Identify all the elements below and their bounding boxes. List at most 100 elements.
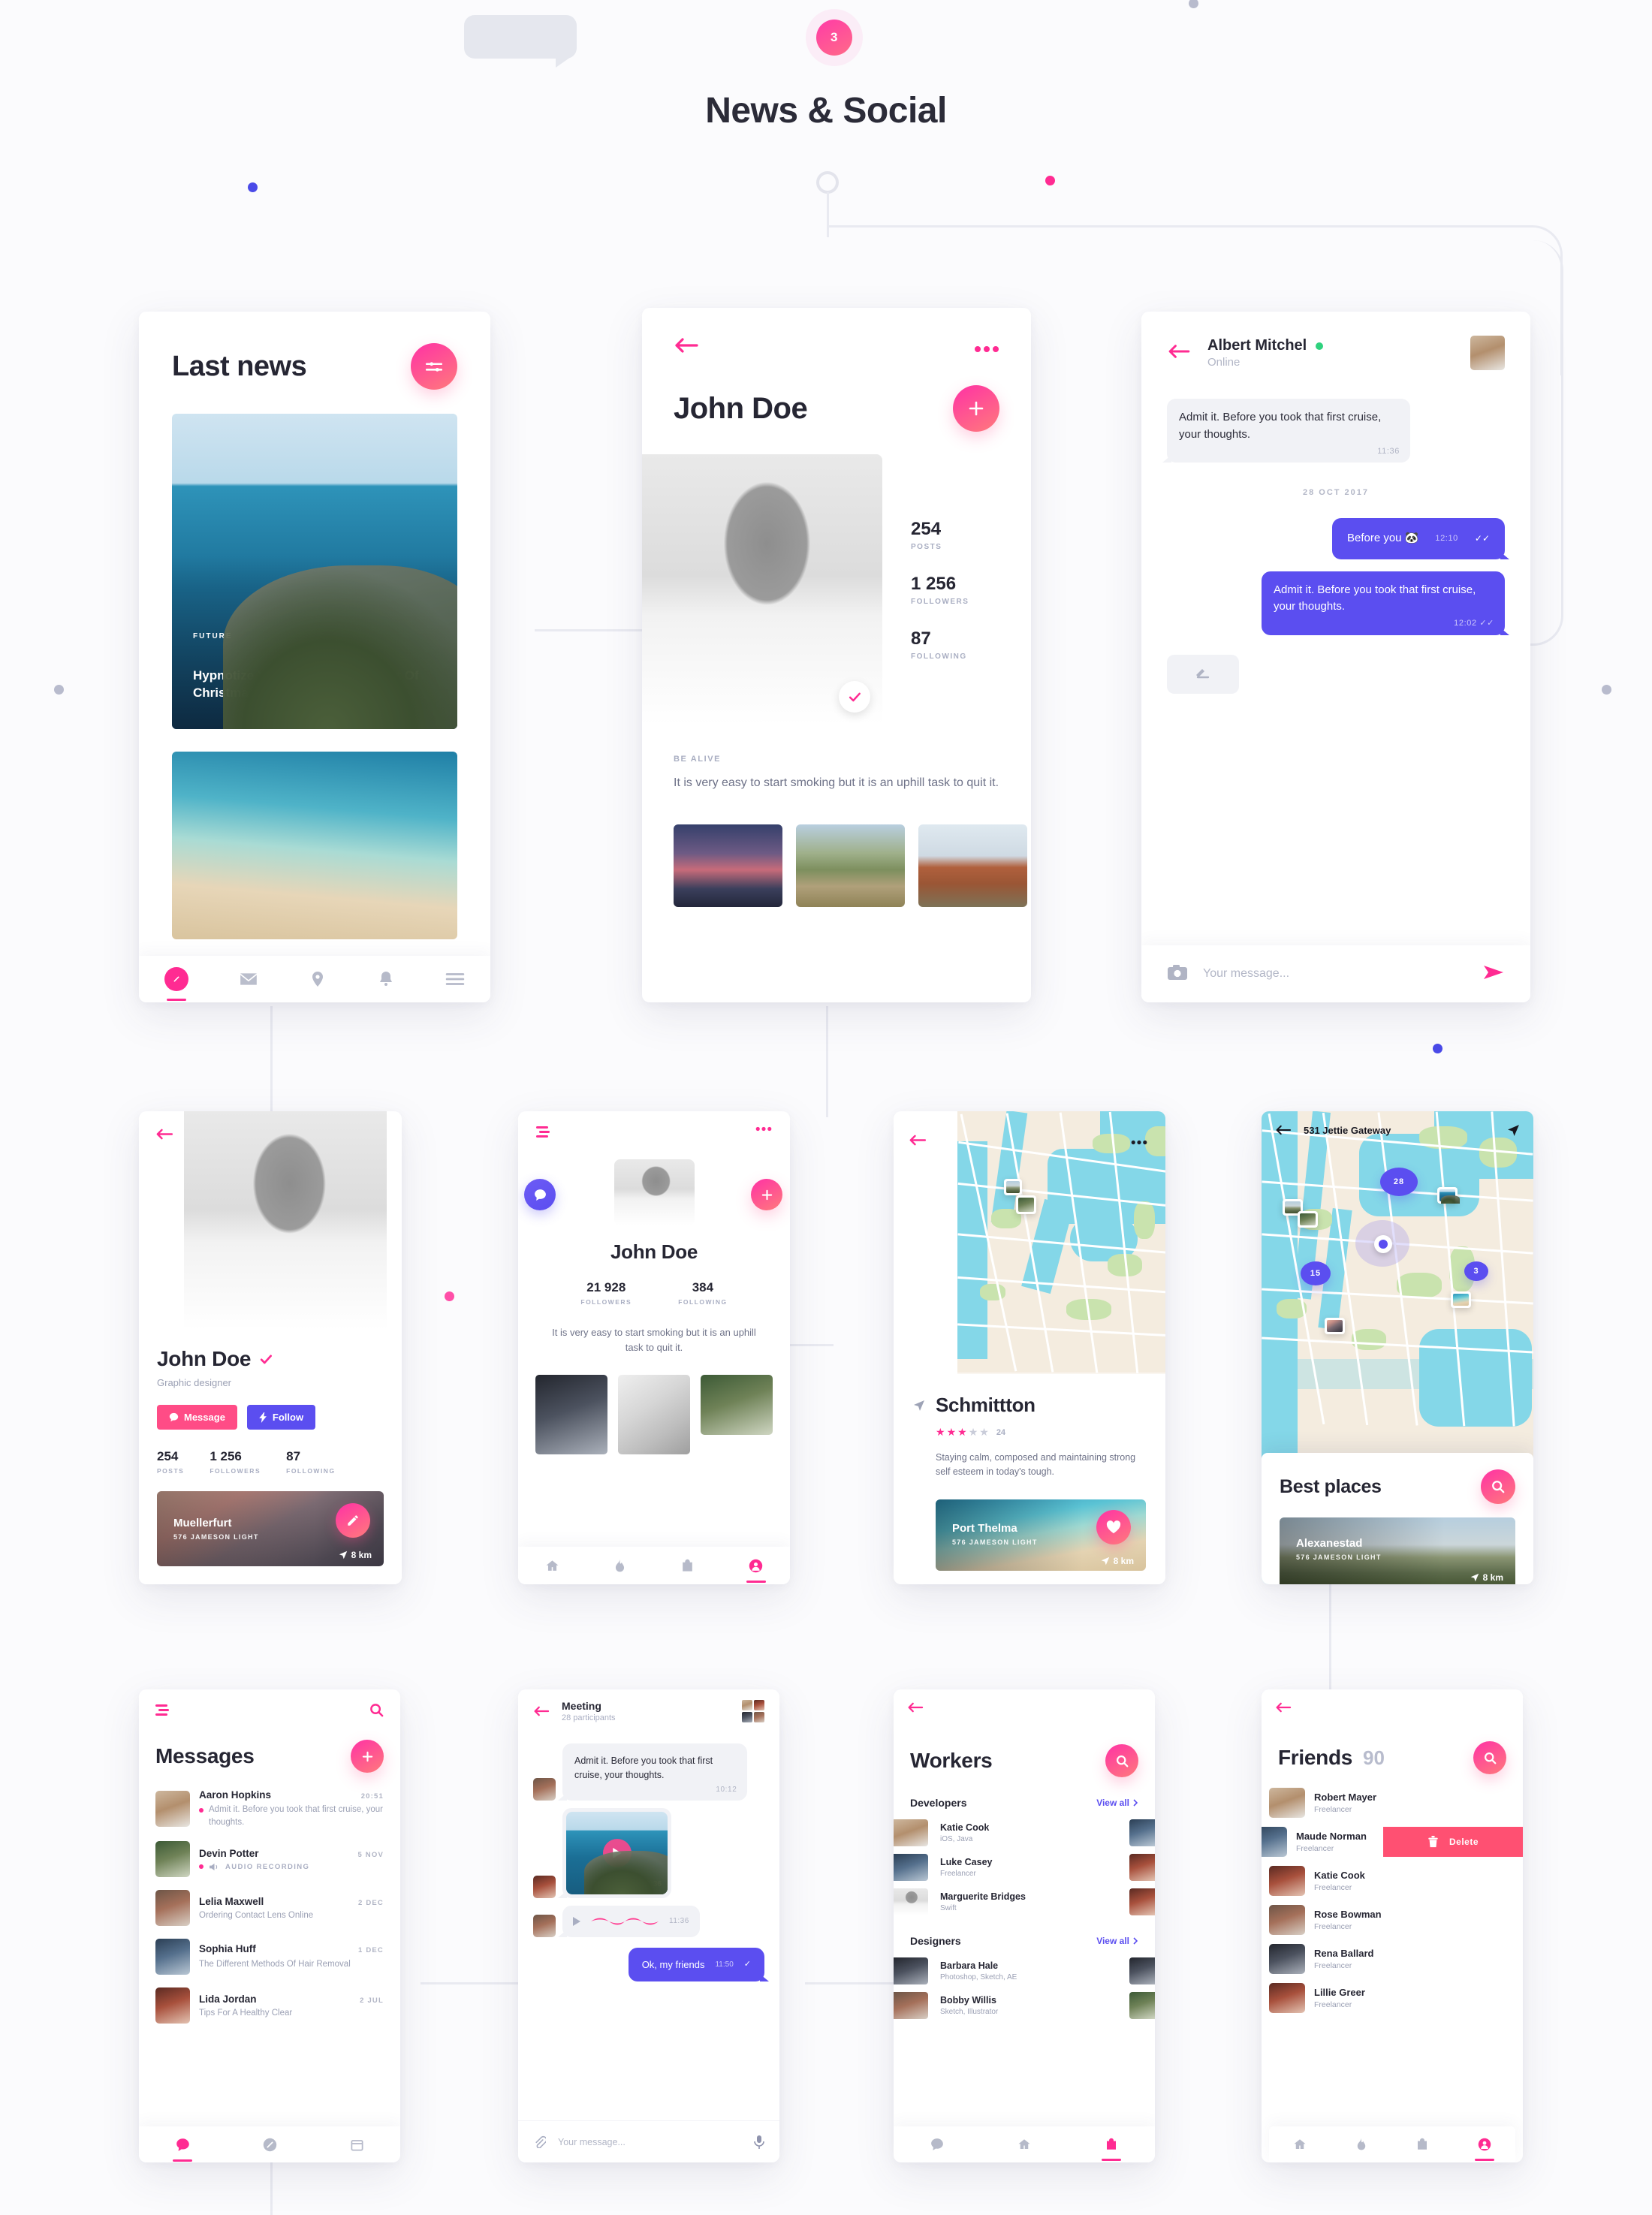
nav-item-mail[interactable] — [239, 969, 258, 989]
arrow-left-icon[interactable] — [533, 1705, 550, 1717]
message-button[interactable] — [524, 1179, 556, 1210]
map-photo-thumb-2[interactable] — [1016, 1195, 1036, 1214]
edit-place-button[interactable] — [336, 1503, 370, 1538]
screen-workers[interactable]: Workers Developers View all Katie Cook i… — [894, 1689, 1155, 2162]
nav-item-user[interactable] — [746, 1559, 766, 1583]
list-item[interactable]: Katie Cook iOS, Java — [894, 1819, 1155, 1846]
screen-best-places[interactable]: 28 15 3 531 Jettie Gateway Best places A… — [1262, 1111, 1533, 1584]
news-card-second[interactable] — [172, 752, 457, 939]
map-photo-thumb-5[interactable] — [1325, 1318, 1345, 1334]
screen-last-news[interactable]: Last news FUTURE Hypnotize Yourself Into… — [139, 312, 490, 1002]
nav-item-home[interactable] — [545, 1559, 559, 1573]
map-view[interactable] — [957, 1111, 1165, 1374]
bottom-nav-news[interactable] — [139, 956, 490, 1002]
nav-item-chat[interactable] — [930, 2138, 944, 2151]
place-card[interactable]: Muellerfurt 576 JAMESON LIGHT 8 km — [157, 1491, 384, 1566]
list-item[interactable]: Bobby Willis Sketch, Illustrator — [894, 1992, 1155, 2019]
map-photo-thumb-1[interactable] — [1004, 1179, 1022, 1195]
chat-contact-avatar[interactable] — [1470, 336, 1505, 370]
map-cluster-28[interactable]: 28 — [1380, 1168, 1418, 1196]
worker-secondary-avatar[interactable] — [1129, 1992, 1155, 2019]
chat-message-video[interactable]: 11:36 — [558, 1807, 671, 1898]
arrow-left-icon[interactable] — [907, 1701, 924, 1713]
gallery-thumb-1[interactable] — [535, 1375, 607, 1455]
sliders-icon[interactable] — [411, 343, 457, 390]
play-icon[interactable] — [602, 1838, 632, 1867]
plus-icon[interactable] — [751, 1179, 782, 1210]
list-item[interactable]: Aaron Hopkins 20:51 Admit it. Before you… — [155, 1789, 384, 1828]
gallery-thumb-3[interactable] — [918, 824, 1027, 907]
view-all-developers[interactable]: View all — [1096, 1798, 1138, 1808]
gallery-thumb-1[interactable] — [674, 824, 782, 907]
screen-messages[interactable]: Messages Aaron Hopkins 20:51 Admit it. B… — [139, 1689, 400, 2162]
bottom-nav-friends[interactable] — [1269, 2126, 1515, 2162]
place-card[interactable]: Port Thelma 576 JAMESON LIGHT 8 km — [936, 1499, 1146, 1571]
nav-item-chat[interactable] — [173, 2138, 192, 2162]
camera-icon[interactable] — [1167, 964, 1188, 984]
screen-profile-card[interactable]: John Doe Graphic designer Message Follow — [139, 1111, 402, 1584]
more-horizontal-icon[interactable] — [755, 1126, 772, 1132]
screen-profile-large[interactable]: John Doe 254 POSTS 1 256 FOLLOWERS 87 FO… — [642, 308, 1031, 1002]
arrow-left-icon[interactable] — [1275, 1701, 1292, 1713]
screen-friends[interactable]: Friends 90 Robert Mayer Freelancer Maude… — [1262, 1689, 1523, 2162]
map-cluster-15[interactable]: 15 — [1301, 1261, 1331, 1285]
profile-avatar[interactable] — [613, 1159, 695, 1225]
bottom-nav-workers[interactable] — [894, 2126, 1155, 2162]
nav-item-bag[interactable] — [680, 1559, 695, 1573]
map-photo-thumb-2[interactable] — [1298, 1211, 1318, 1228]
navigation-arrow-icon[interactable] — [1507, 1124, 1520, 1137]
more-horizontal-icon[interactable] — [1131, 1135, 1147, 1149]
follow-button[interactable]: Follow — [246, 1405, 316, 1430]
list-item[interactable]: Devin Potter 5 NOV AUDIO RECORDING — [155, 1841, 384, 1878]
screen-profile-compact[interactable]: John Doe 21 928 FOLLOWERS 384 FOLLOWING … — [518, 1111, 790, 1584]
screen-chat-albert[interactable]: Albert Mitchel Online Admit it. Before y… — [1141, 312, 1530, 1002]
gallery-thumb-2[interactable] — [796, 824, 905, 907]
worker-secondary-avatar[interactable] — [1129, 1888, 1155, 1915]
gallery-thumb-2[interactable] — [618, 1375, 690, 1455]
nav-item-home[interactable] — [1017, 2138, 1031, 2151]
list-item-swiped[interactable]: Maude Norman Freelancer Delete — [1262, 1827, 1523, 1857]
arrow-left-icon[interactable] — [674, 336, 699, 358]
map-cluster-3[interactable]: 3 — [1464, 1261, 1488, 1281]
bottom-nav-profile[interactable] — [518, 1547, 790, 1584]
worker-secondary-avatar[interactable] — [1129, 1957, 1155, 1984]
profile-photo[interactable] — [184, 1111, 387, 1331]
more-horizontal-icon[interactable] — [974, 339, 999, 356]
nav-item-flame[interactable] — [1355, 2138, 1367, 2151]
nav-item-menu[interactable] — [445, 972, 465, 987]
list-item[interactable]: Rose Bowman Freelancer — [1262, 1905, 1523, 1935]
nav-item-bell[interactable] — [377, 969, 395, 989]
list-item[interactable]: Lillie Greer Freelancer — [1262, 1983, 1523, 2013]
list-item[interactable]: Lelia Maxwell 2 DEC Ordering Contact Len… — [155, 1890, 384, 1927]
arrow-left-icon[interactable] — [1275, 1124, 1292, 1136]
nav-item-user[interactable] — [1474, 2138, 1494, 2161]
screen-place-detail[interactable]: Schmittton ★ ★ ★ ★ ★ 24 Staying calm, compos… — [894, 1111, 1165, 1584]
paperclip-icon[interactable] — [533, 2135, 546, 2148]
nav-item-location[interactable] — [309, 969, 327, 989]
chat-input-bar[interactable]: Your message... — [1141, 945, 1530, 1002]
chat-input-placeholder[interactable]: Your message... — [1203, 967, 1467, 981]
nav-item-bag[interactable] — [1415, 2138, 1429, 2151]
list-item[interactable]: Barbara Hale Photoshop, Sketch, AE — [894, 1957, 1155, 1984]
search-icon[interactable] — [369, 1703, 384, 1717]
arrow-left-icon[interactable] — [1167, 343, 1191, 363]
nav-item-compass[interactable] — [263, 2138, 277, 2152]
favorite-button[interactable] — [1096, 1509, 1131, 1544]
chat-input-placeholder[interactable]: Your message... — [558, 2137, 742, 2147]
chat-message-audio[interactable]: 11:36 — [558, 1905, 700, 1937]
arrow-left-icon[interactable] — [155, 1128, 173, 1141]
microphone-icon[interactable] — [754, 2135, 764, 2149]
news-card-featured[interactable]: FUTURE Hypnotize Yourself Into The Ghost… — [172, 414, 457, 729]
bottom-nav-messages[interactable] — [139, 2126, 400, 2162]
list-item[interactable]: Robert Mayer Freelancer — [1262, 1788, 1523, 1818]
nav-item-compass[interactable] — [164, 967, 188, 1001]
plus-icon[interactable] — [953, 385, 999, 432]
message-button[interactable]: Message — [157, 1405, 237, 1430]
map-photo-thumb-3[interactable] — [1437, 1187, 1458, 1204]
filter-lines-icon[interactable] — [536, 1126, 553, 1138]
participants-avatars[interactable] — [742, 1700, 764, 1722]
arrow-left-icon[interactable] — [909, 1134, 927, 1150]
map-photo-thumb-4[interactable] — [1451, 1291, 1471, 1308]
search-button[interactable] — [1481, 1469, 1515, 1504]
delete-button[interactable]: Delete — [1383, 1827, 1523, 1857]
